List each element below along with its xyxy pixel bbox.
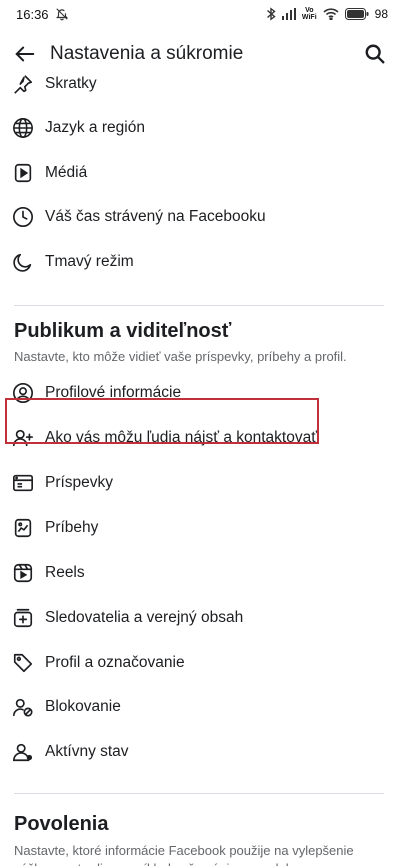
followers-icon	[12, 607, 34, 629]
active-status-icon	[12, 741, 34, 763]
battery-icon	[344, 8, 369, 20]
settings-item-shortcuts[interactable]: Skratky	[0, 62, 400, 106]
reels-icon	[12, 562, 34, 584]
media-icon	[12, 162, 34, 184]
section-title-audience: Publikum a viditeľnosť	[14, 320, 232, 342]
settings-item-blocking[interactable]: Blokovanie	[0, 685, 400, 729]
battery-level: 98	[374, 7, 388, 21]
settings-item-profile-tagging[interactable]: Profil a označovanie	[0, 641, 400, 685]
settings-item-media[interactable]: Médiá	[0, 151, 400, 195]
settings-item-reels[interactable]: Reels	[0, 551, 400, 595]
posts-icon	[12, 472, 34, 494]
section-subtitle-permissions: Nastavte, ktoré informácie Facebook použ…	[14, 843, 354, 866]
settings-item-followers[interactable]: Sledovatelia a verejný obsah	[0, 596, 400, 640]
settings-item-label: Príbehy	[45, 519, 99, 536]
section-title-permissions: Povolenia	[14, 813, 109, 835]
settings-item-active-status[interactable]: Aktívny stav	[0, 730, 400, 774]
settings-item-label: Sledovatelia a verejný obsah	[45, 609, 244, 626]
clock-icon	[12, 206, 34, 228]
settings-item-language[interactable]: Jazyk a región	[0, 106, 400, 150]
clock-time: 16:36	[16, 6, 49, 22]
settings-item-posts[interactable]: Príspevky	[0, 461, 400, 505]
signal-icon	[281, 8, 296, 20]
section-divider	[14, 793, 384, 794]
settings-item-label: Jazyk a región	[45, 119, 145, 136]
section-subtitle-audience: Nastavte, kto môže vidieť vaše príspevky…	[14, 349, 347, 364]
stories-icon	[12, 517, 34, 539]
vowifi-bottom-text: WiFi	[301, 14, 317, 21]
settings-item-label: Aktívny stav	[45, 743, 129, 760]
globe-icon	[12, 117, 34, 139]
pin-icon	[12, 73, 34, 95]
status-bar: 16:36 Vo WiFi 98	[0, 0, 400, 28]
block-user-icon	[12, 696, 34, 718]
vowifi-icon: Vo WiFi	[302, 7, 317, 21]
vowifi-top-text: Vo	[305, 7, 314, 14]
mute-bell-icon	[55, 7, 69, 21]
settings-item-dark-mode[interactable]: Tmavý režim	[0, 240, 400, 284]
settings-item-label: Skratky	[45, 75, 97, 92]
settings-item-stories[interactable]: Príbehy	[0, 506, 400, 550]
settings-item-label: Médiá	[45, 164, 88, 181]
settings-item-label: Profil a označovanie	[45, 654, 185, 671]
tag-icon	[12, 652, 34, 674]
moon-icon	[12, 251, 34, 273]
wifi-icon	[323, 8, 339, 20]
settings-item-label: Váš čas strávený na Facebooku	[45, 208, 266, 225]
settings-item-label: Tmavý režim	[45, 253, 134, 270]
settings-item-label: Reels	[45, 564, 85, 581]
section-divider	[14, 305, 384, 306]
highlight-box	[5, 398, 319, 444]
bluetooth-icon	[266, 7, 276, 21]
settings-item-label: Príspevky	[45, 474, 114, 491]
settings-item-time-on-facebook[interactable]: Váš čas strávený na Facebooku	[0, 195, 400, 239]
settings-item-label: Blokovanie	[45, 698, 121, 715]
settings-list[interactable]: Skratky Jazyk a región Médiá Váš čas str…	[0, 62, 400, 866]
